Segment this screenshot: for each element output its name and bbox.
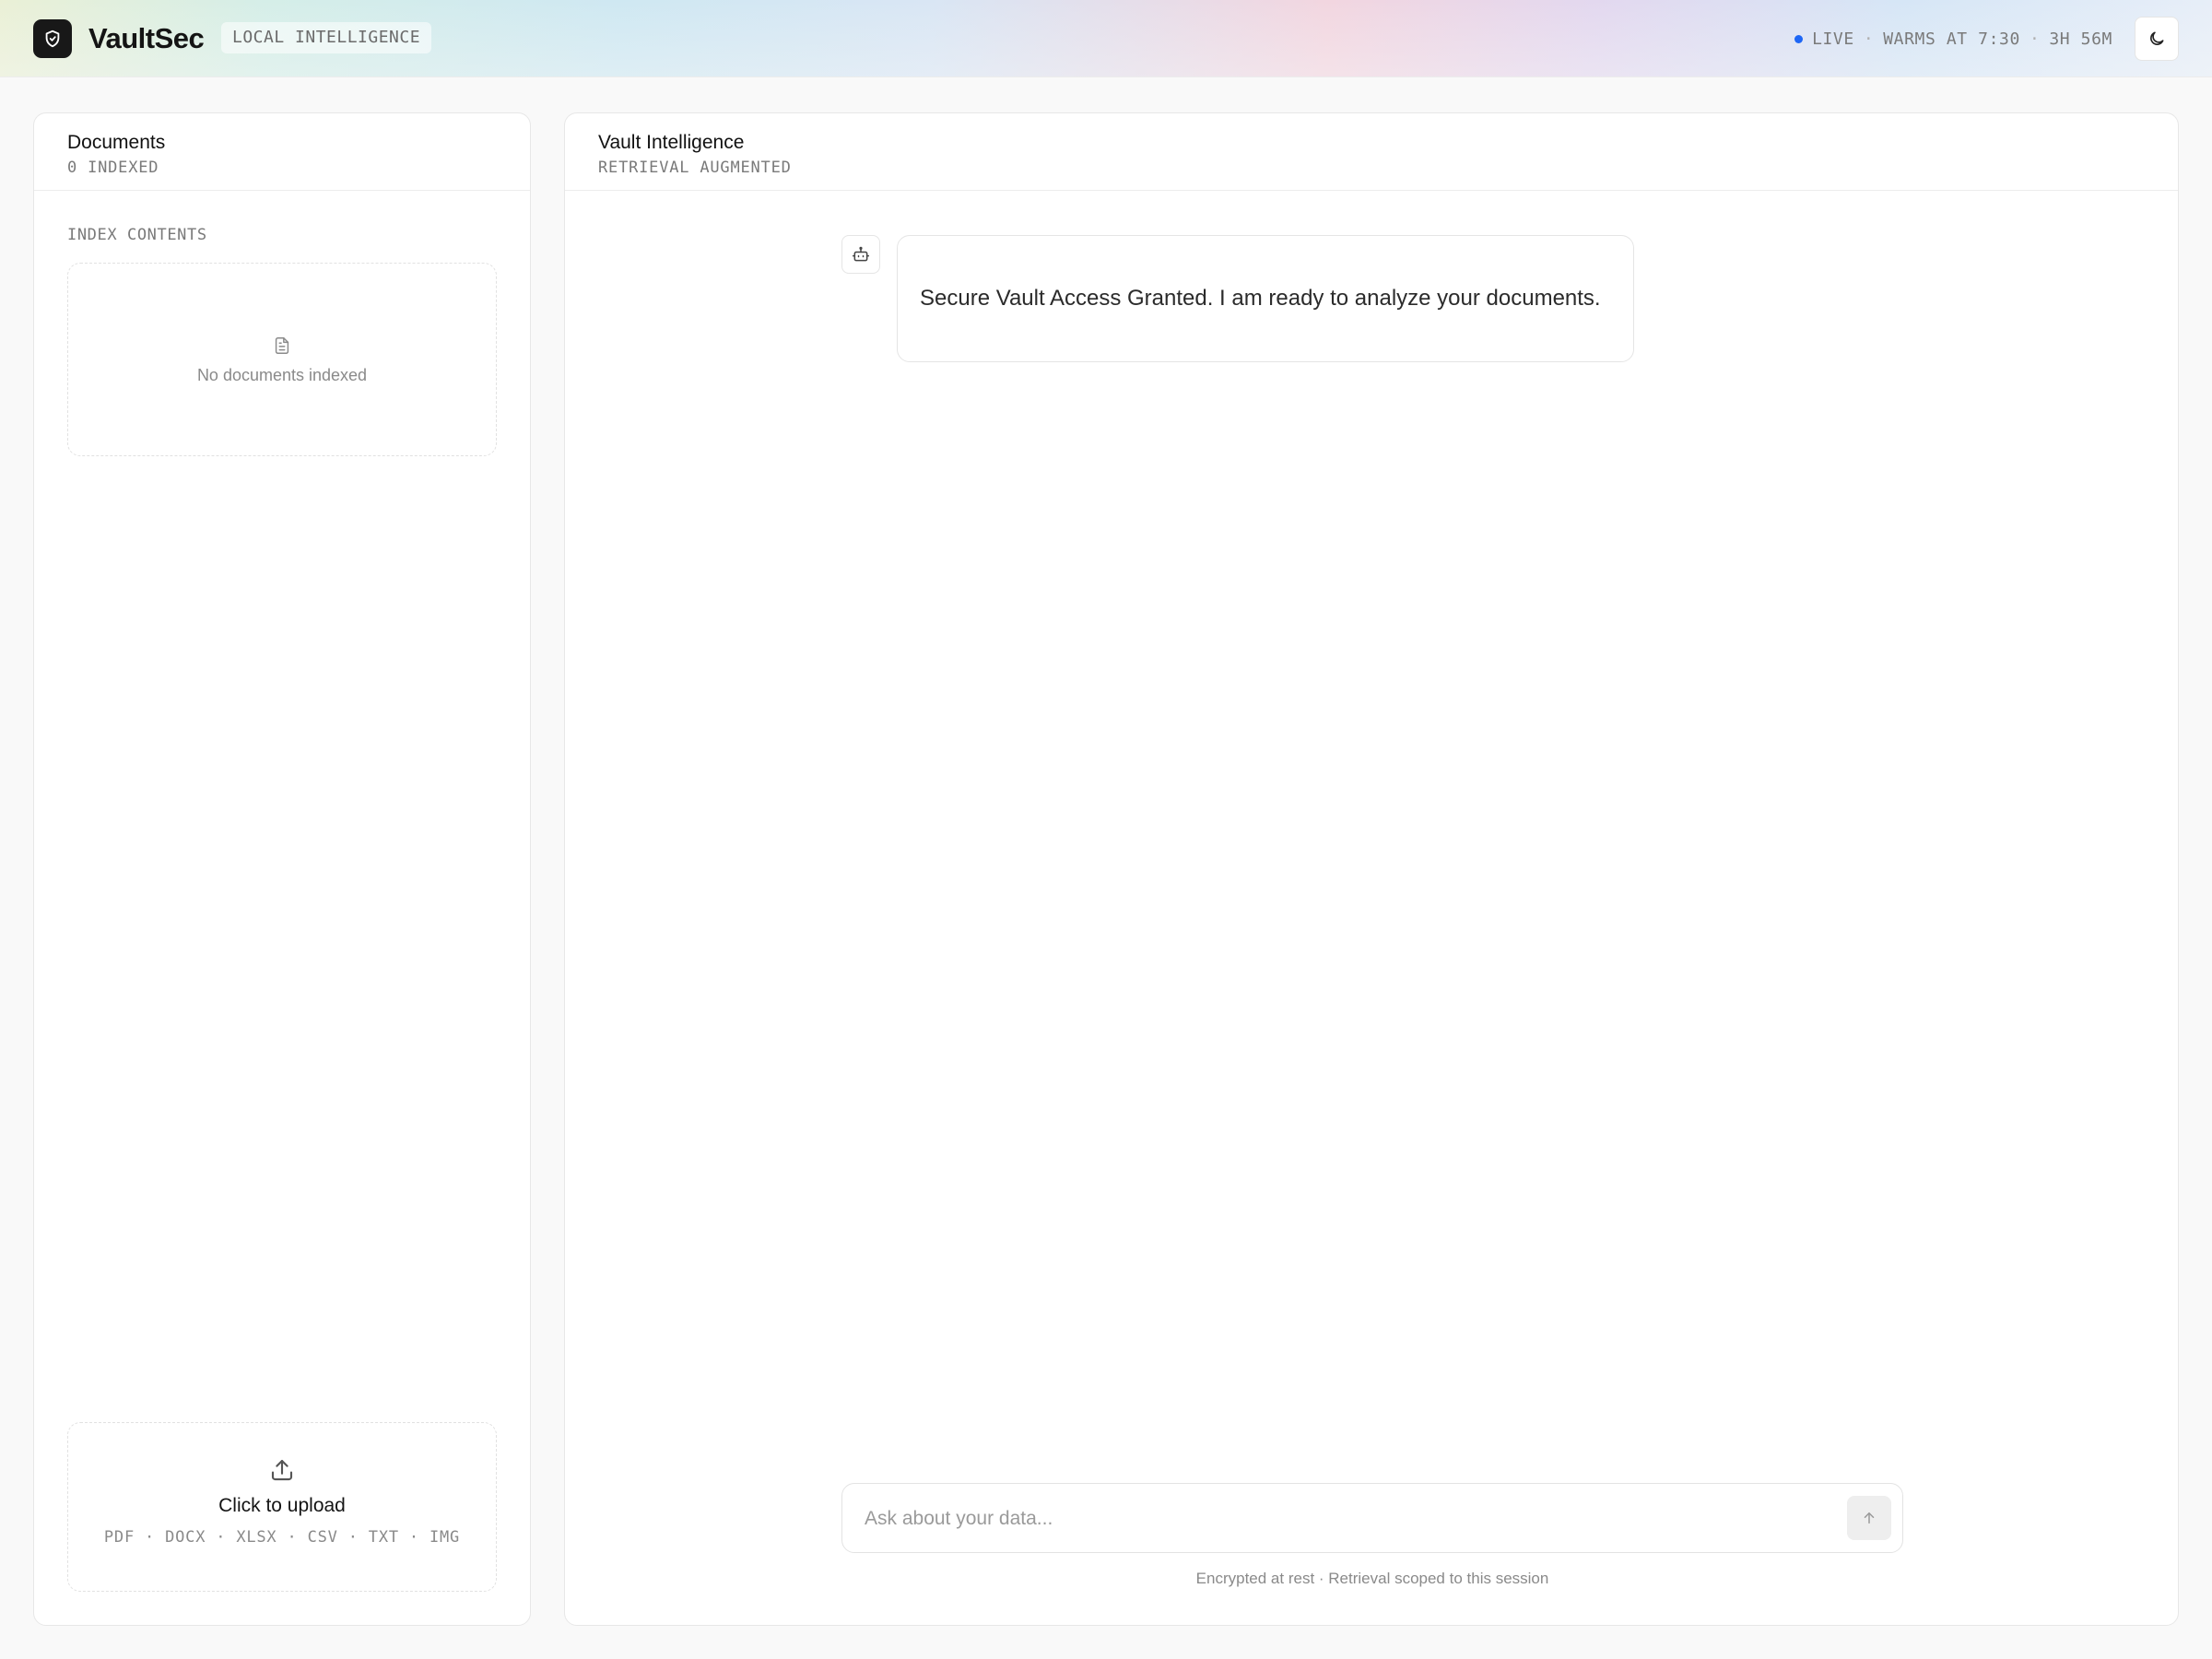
documents-panel-header: Documents 0 INDEXED — [34, 113, 530, 191]
bot-icon — [852, 246, 870, 262]
arrow-up-icon — [1864, 1512, 1875, 1524]
live-dot — [1794, 34, 1804, 43]
top-header: VaultSec LOCAL INTELLIGENCE LIVE · WARMS… — [0, 0, 2212, 77]
chat-panel: Vault Intelligence RETRIEVAL AUGMENTED S… — [564, 112, 2179, 1626]
assistant-avatar — [841, 235, 880, 274]
index-contents-label: INDEX CONTENTS — [67, 226, 207, 244]
documents-title: Documents — [67, 132, 166, 153]
chat-panel-header: Vault Intelligence RETRIEVAL AUGMENTED — [565, 113, 2178, 191]
status-indicator: LIVE · WARMS AT 7:30 · 3H 56M — [1794, 26, 2112, 52]
status-separator: · — [2029, 29, 2041, 49]
status-countdown: 3H 56M — [2049, 29, 2112, 49]
documents-panel: Documents 0 INDEXED INDEX CONTENTS No do… — [33, 112, 531, 1626]
brand-name: VaultSec — [88, 22, 205, 54]
brand-logo[interactable] — [33, 19, 72, 58]
status-live: LIVE — [1812, 29, 1854, 49]
chat-composer — [841, 1483, 1903, 1553]
assistant-message: Secure Vault Access Granted. I am ready … — [897, 235, 1634, 362]
shield-icon — [45, 29, 60, 48]
status-warms: WARMS AT 7:30 — [1883, 29, 2020, 49]
brand-tag-badge: LOCAL INTELLIGENCE — [221, 22, 432, 53]
upload-dropzone[interactable]: Click to upload PDF · DOCX · XLSX · CSV … — [67, 1422, 497, 1592]
empty-index-text: No documents indexed — [196, 365, 368, 384]
status-separator: · — [1863, 29, 1875, 49]
file-text-icon — [275, 336, 289, 354]
chat-title: Vault Intelligence — [598, 132, 745, 153]
documents-count: 0 INDEXED — [67, 159, 159, 177]
security-footnote: Encrypted at rest · Retrieval scoped to … — [1195, 1570, 1549, 1587]
send-button[interactable] — [1847, 1496, 1891, 1540]
theme-toggle-button[interactable] — [2135, 17, 2179, 61]
chat-input[interactable] — [865, 1500, 1814, 1537]
upload-title: Click to upload — [218, 1495, 346, 1516]
upload-file-types: PDF · DOCX · XLSX · CSV · TXT · IMG — [103, 1528, 461, 1547]
chat-subtitle: RETRIEVAL AUGMENTED — [598, 159, 792, 177]
empty-index-state: No documents indexed — [67, 263, 497, 456]
moon-icon — [2150, 31, 2164, 45]
upload-icon — [271, 1459, 293, 1481]
